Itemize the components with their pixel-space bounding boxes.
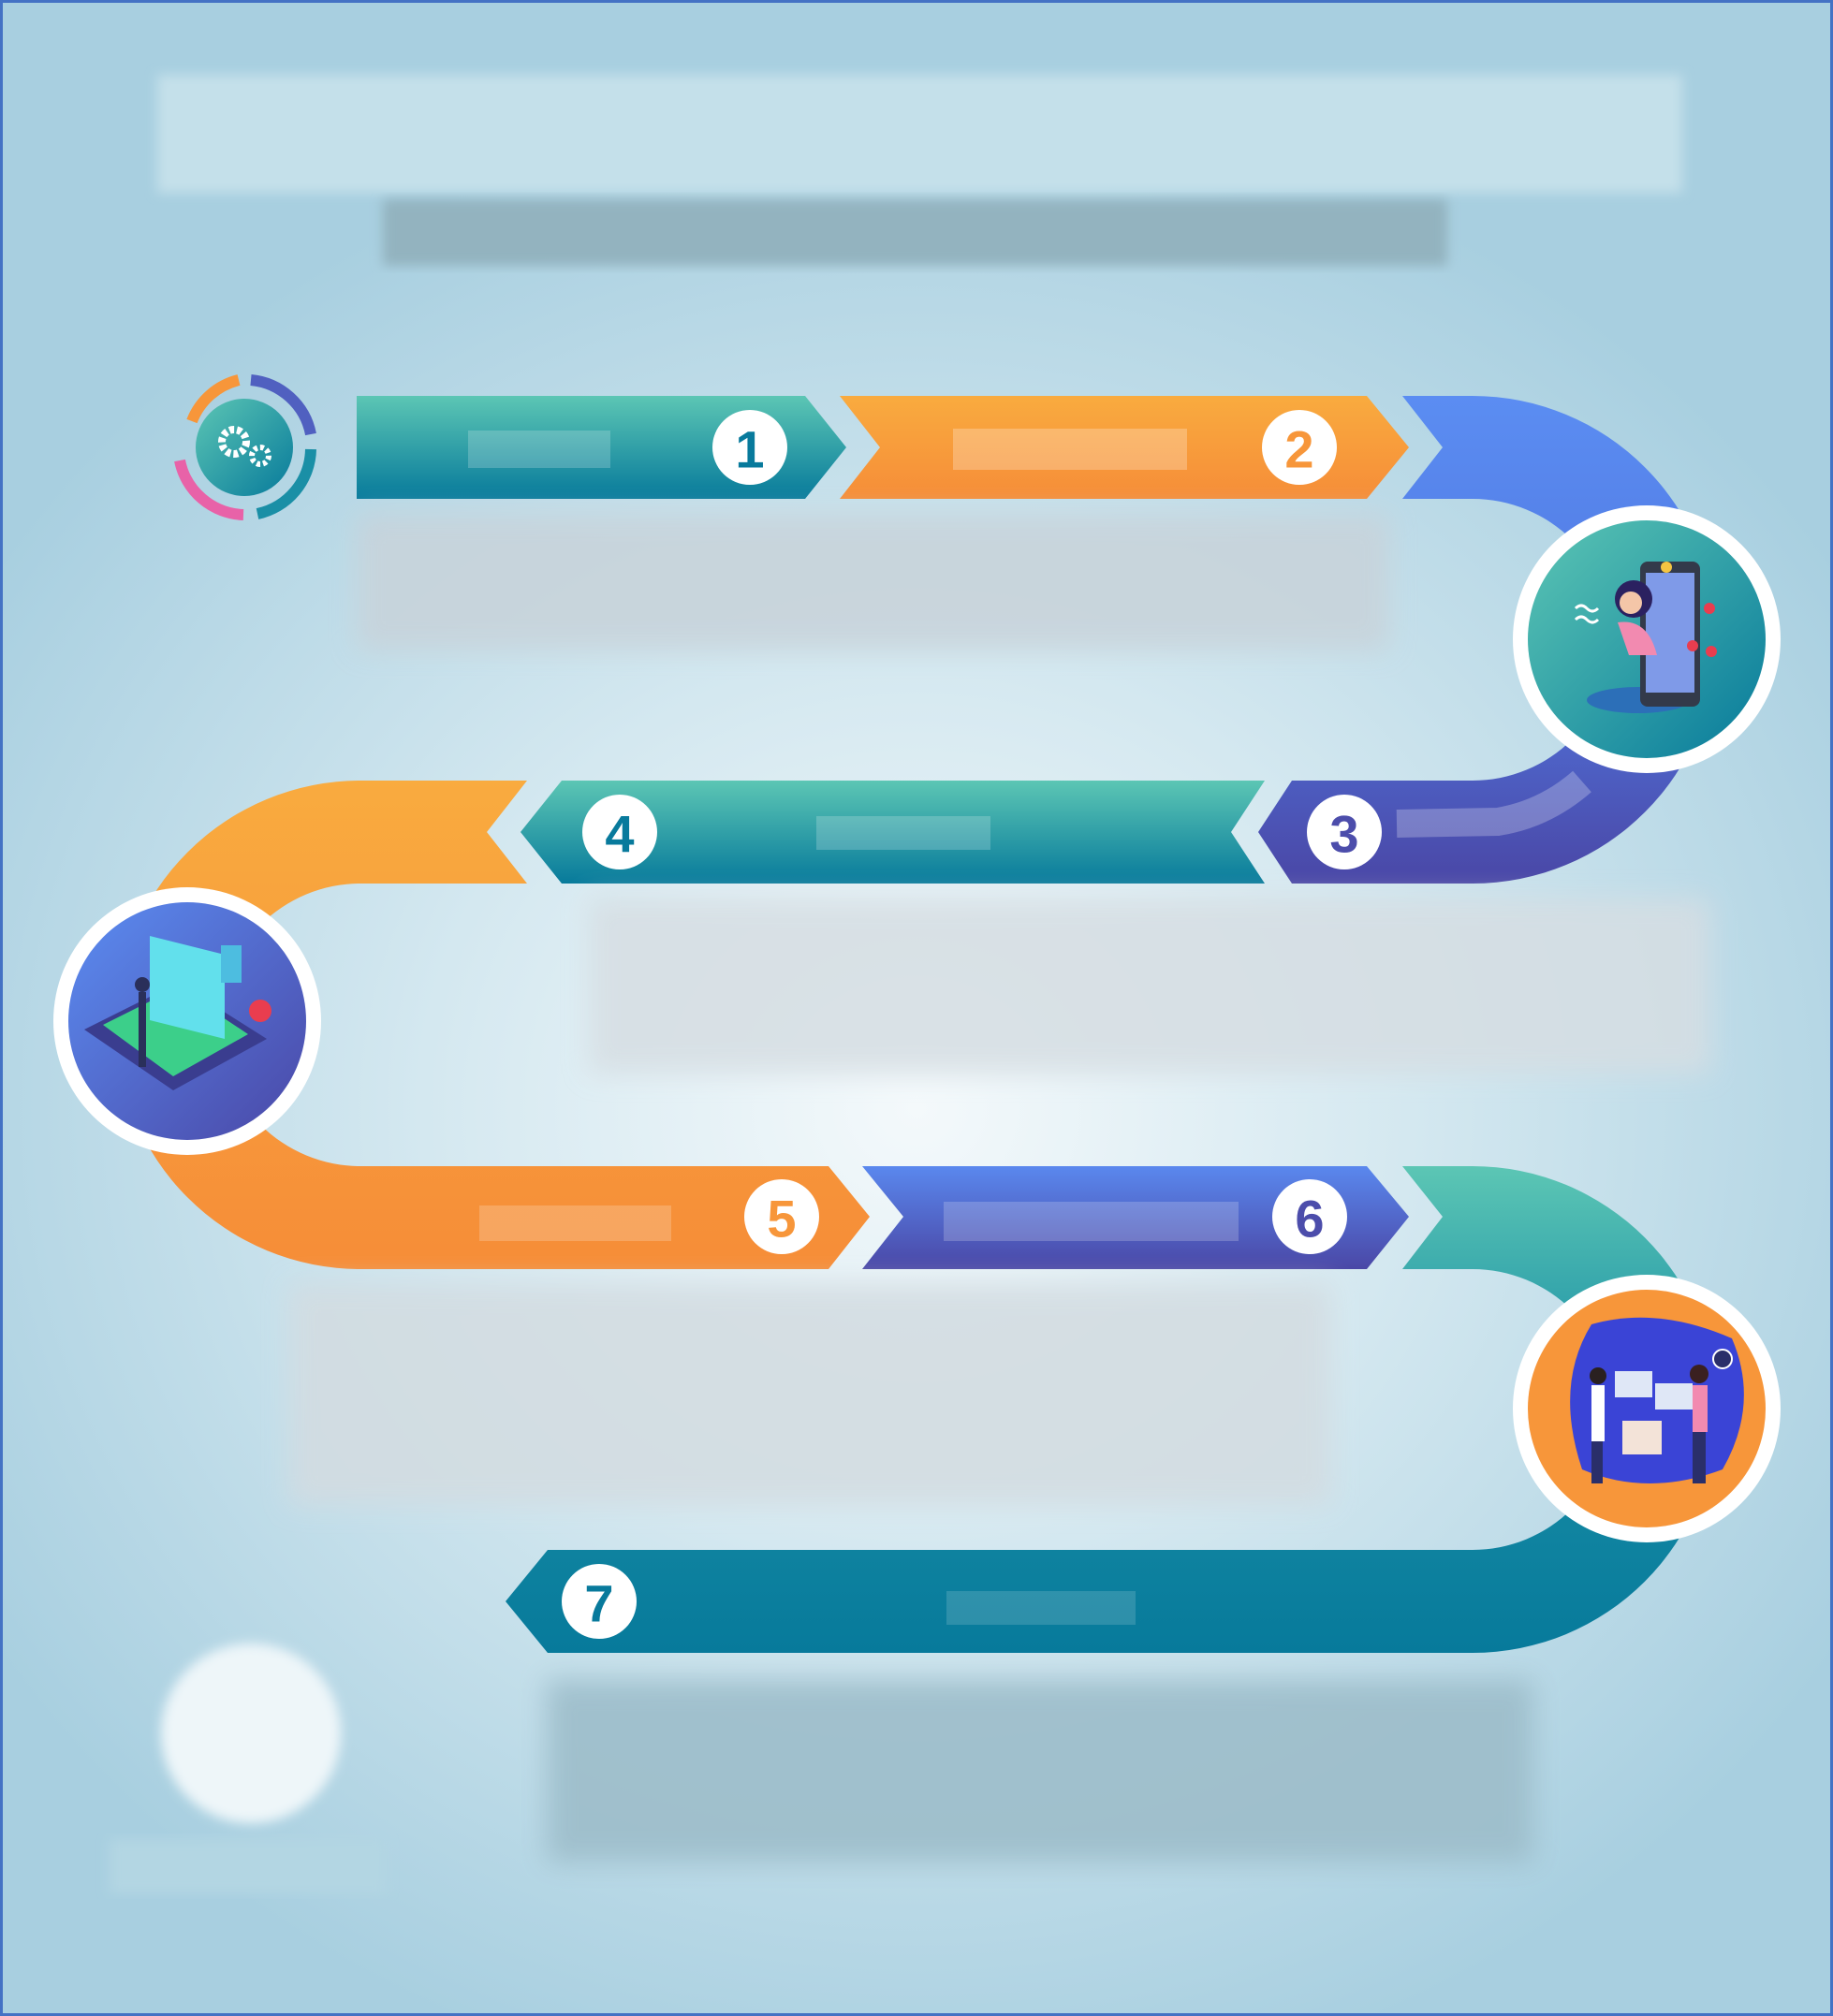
title-blurred bbox=[157, 75, 1682, 193]
step-7-label-blurred bbox=[946, 1591, 1136, 1625]
step-4-label-blurred bbox=[816, 816, 990, 850]
gears-icon bbox=[174, 374, 316, 520]
step-4-badge: 4 bbox=[582, 795, 657, 869]
step-7-badge: 7 bbox=[562, 1564, 637, 1639]
infographic: 1 2 3 4 5 6 7 bbox=[0, 0, 1833, 2016]
step-5-label-blurred bbox=[479, 1205, 671, 1241]
social-media-illustration bbox=[1513, 505, 1781, 773]
step-1-number: 1 bbox=[735, 420, 764, 479]
step-6-badge: 6 bbox=[1272, 1179, 1347, 1254]
step-5-badge: 5 bbox=[744, 1179, 819, 1254]
step-5-6-description-blurred bbox=[289, 1284, 1331, 1505]
step-3-badge: 3 bbox=[1307, 795, 1382, 869]
step-5-number: 5 bbox=[767, 1190, 796, 1249]
step-2-label-blurred bbox=[953, 429, 1187, 470]
team-illustration bbox=[1513, 1275, 1781, 1542]
step-7-number: 7 bbox=[584, 1574, 613, 1633]
step-2-badge: 2 bbox=[1262, 410, 1337, 485]
step-7-description-blurred bbox=[547, 1680, 1533, 1863]
step-6-label-blurred bbox=[944, 1202, 1239, 1241]
step-3-number: 3 bbox=[1329, 805, 1358, 864]
step-1-label-blurred bbox=[468, 431, 610, 468]
step-3-4-description-blurred bbox=[589, 898, 1710, 1074]
subtitle-blurred bbox=[383, 199, 1447, 266]
step-6-number: 6 bbox=[1295, 1190, 1324, 1249]
logo-caption-blurred bbox=[110, 1839, 386, 1893]
roadmap-diagram: 1 2 3 4 5 6 7 bbox=[53, 75, 1781, 1893]
step-1-2-description-blurred bbox=[357, 515, 1389, 650]
step-4-number: 4 bbox=[605, 805, 634, 864]
step-2-number: 2 bbox=[1284, 420, 1313, 479]
step-1-badge: 1 bbox=[712, 410, 787, 485]
logo-blurred bbox=[161, 1643, 341, 1823]
laptop-illustration bbox=[53, 887, 321, 1155]
